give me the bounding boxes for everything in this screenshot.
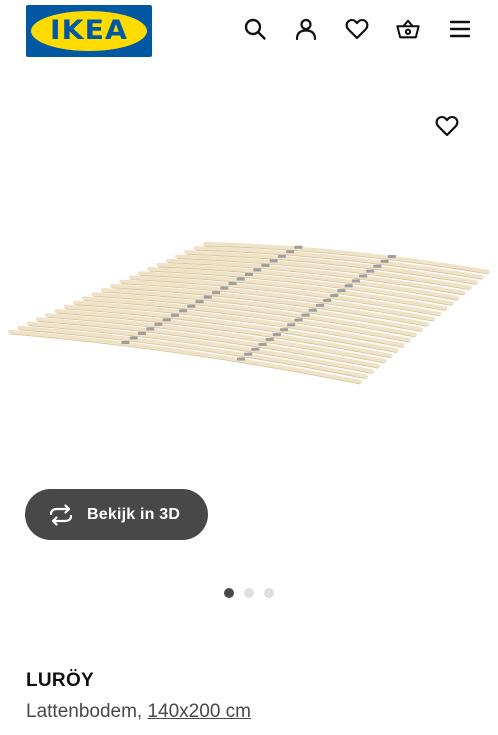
rotate-3d-icon bbox=[47, 503, 75, 527]
site-header: IKEA bbox=[0, 0, 498, 62]
product-name: LURÖY bbox=[26, 670, 94, 691]
slatted-bed-base-image bbox=[7, 241, 491, 385]
basket-icon[interactable] bbox=[395, 16, 421, 42]
favourite-heart-icon[interactable] bbox=[433, 112, 461, 140]
product-size-link[interactable]: 140x200 cm bbox=[147, 701, 251, 722]
ikea-logo[interactable]: IKEA bbox=[26, 5, 152, 57]
carousel-dot[interactable] bbox=[264, 588, 274, 598]
view-in-3d-label: Bekijk in 3D bbox=[87, 505, 181, 523]
account-icon[interactable] bbox=[293, 16, 319, 42]
logo-text: IKEA bbox=[49, 15, 129, 46]
heart-icon[interactable] bbox=[344, 16, 370, 42]
product-image-gallery[interactable]: Bekijk in 3D bbox=[0, 62, 498, 622]
carousel-dot[interactable] bbox=[244, 588, 254, 598]
product-description: Lattenbodem, 140x200 cm bbox=[26, 701, 251, 723]
carousel-dots bbox=[224, 588, 274, 598]
view-in-3d-button[interactable]: Bekijk in 3D bbox=[25, 489, 208, 540]
menu-icon[interactable] bbox=[447, 16, 473, 42]
search-icon[interactable] bbox=[242, 16, 268, 42]
carousel-dot[interactable] bbox=[224, 588, 234, 598]
product-type: Lattenbodem, bbox=[26, 701, 143, 722]
